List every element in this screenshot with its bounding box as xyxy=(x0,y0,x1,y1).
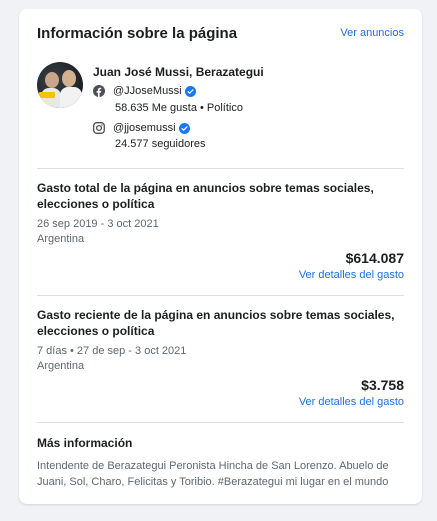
total-spend-dates: 26 sep 2019 - 3 oct 2021 xyxy=(37,218,159,230)
card-header: Información sobre la página Ver anuncios xyxy=(37,9,404,61)
facebook-stats: 58.635 Me gusta • Político xyxy=(115,102,243,114)
total-spend-details-link[interactable]: Ver detalles del gasto xyxy=(299,269,404,281)
recent-spend-amount: $3.758 xyxy=(361,377,404,393)
verified-badge-icon xyxy=(184,85,196,97)
total-spend-title: Gasto total de la página en anuncios sob… xyxy=(37,181,374,211)
recent-spend-dates: 7 días • 27 de sep - 3 oct 2021 xyxy=(37,345,187,357)
recent-spend-details-link[interactable]: Ver detalles del gasto xyxy=(299,396,404,408)
page-bio: Intendente de Berazategui Peronista Hinc… xyxy=(37,460,389,488)
more-info-title: Más información xyxy=(37,436,133,450)
facebook-icon xyxy=(93,85,105,97)
recent-spend-section: Gasto reciente de la página en anuncios … xyxy=(37,296,404,422)
total-spend-amount: $614.087 xyxy=(345,250,404,266)
card-title: Información sobre la página xyxy=(37,25,238,42)
recent-spend-title: Gasto reciente de la página en anuncios … xyxy=(37,308,395,338)
view-ads-link[interactable]: Ver anuncios xyxy=(340,27,404,39)
profile-section: Juan José Mussi, Berazategui @JJoseMussi… xyxy=(37,61,404,168)
instagram-account-row[interactable]: @jjosemussi xyxy=(93,122,190,134)
more-info-section: Más información Intendente de Berazategu… xyxy=(37,423,404,490)
total-spend-section: Gasto total de la página en anuncios sob… xyxy=(37,169,404,295)
instagram-icon xyxy=(93,122,105,134)
total-spend-country: Argentina xyxy=(37,233,85,245)
page-name[interactable]: Juan José Mussi, Berazategui xyxy=(93,65,264,79)
instagram-handle: @jjosemussi xyxy=(113,122,176,134)
facebook-handle: @JJoseMussi xyxy=(113,85,182,97)
recent-spend-country: Argentina xyxy=(37,360,85,372)
page-info-card: Información sobre la página Ver anuncios… xyxy=(19,9,422,504)
avatar[interactable] xyxy=(37,62,83,108)
facebook-account-row[interactable]: @JJoseMussi xyxy=(93,85,196,97)
instagram-stats: 24.577 seguidores xyxy=(115,138,206,150)
verified-badge-icon xyxy=(178,122,190,134)
